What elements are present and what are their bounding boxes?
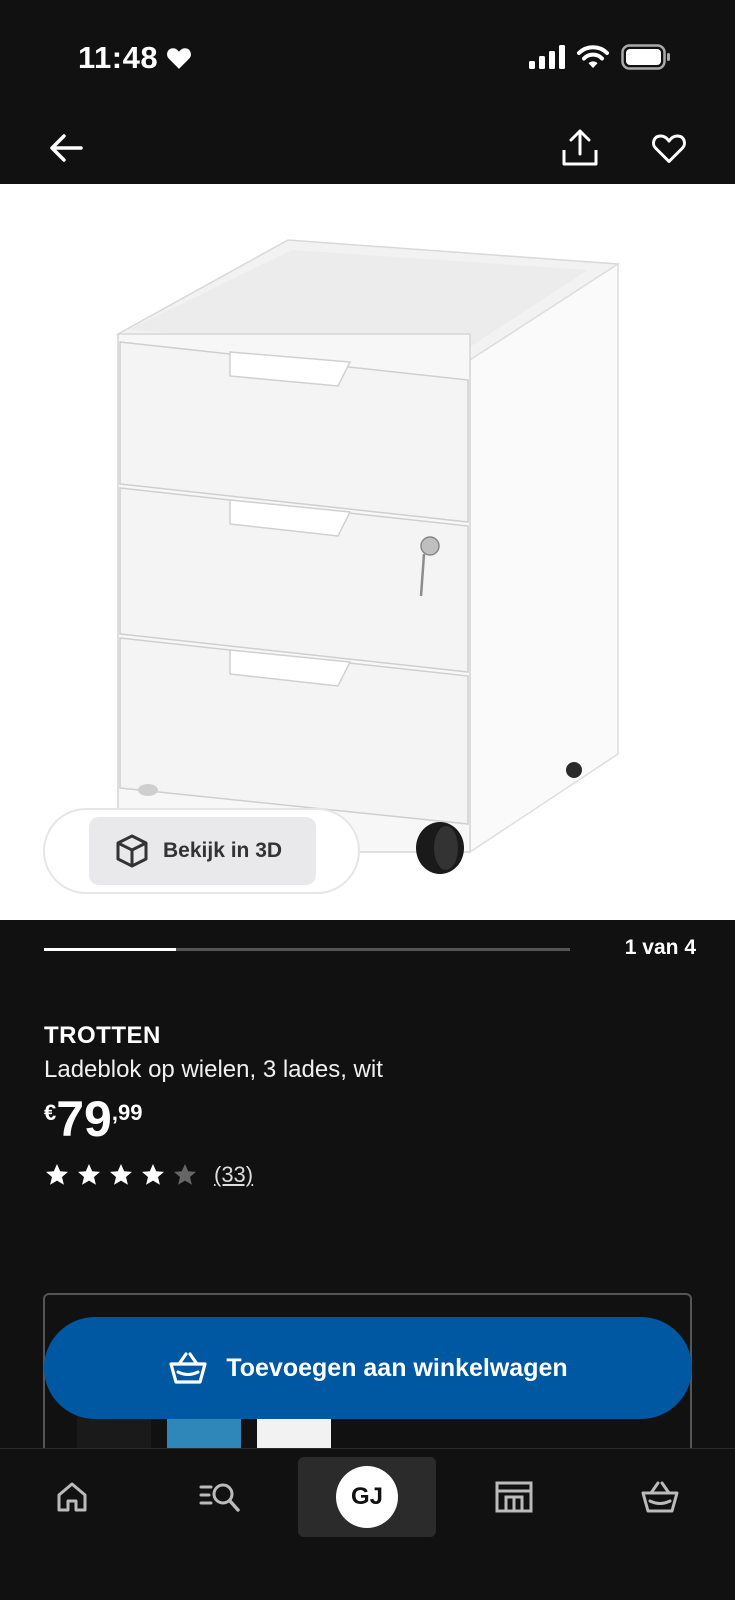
- tab-home[interactable]: [30, 1457, 114, 1537]
- gallery-progress: 1 van 4: [44, 936, 696, 966]
- arrow-left-icon: [50, 134, 83, 162]
- star-filled-icon: [110, 1164, 132, 1185]
- status-bar: 11:48: [0, 0, 735, 110]
- view-3d-label: Bekijk in 3D: [163, 839, 283, 862]
- image-counter: 1 van 4: [624, 936, 696, 959]
- product-price: € 79 ,99: [44, 1094, 142, 1144]
- progress-fill: [44, 948, 176, 951]
- top-nav: [0, 110, 735, 184]
- price-currency: €: [44, 1100, 57, 1125]
- view-3d-button[interactable]: Bekijk in 3D: [89, 817, 316, 885]
- status-time: 11:48: [78, 40, 192, 76]
- cellular-signal-icon: [529, 45, 565, 69]
- progress-track: [44, 948, 570, 951]
- price-integer: 79: [56, 1091, 112, 1147]
- tab-cart[interactable]: [618, 1457, 702, 1537]
- star-filled-icon: [78, 1164, 100, 1185]
- search-icon: [199, 1483, 240, 1512]
- favourite-button[interactable]: [645, 124, 693, 172]
- share-icon: [562, 129, 598, 166]
- battery-icon: [621, 44, 670, 70]
- star-filled-icon: [46, 1164, 68, 1185]
- rating[interactable]: (33): [44, 1162, 253, 1188]
- cube-icon: [116, 834, 148, 868]
- back-button[interactable]: [42, 124, 90, 172]
- product-description: Ladeblok op wielen, 3 lades, wit: [44, 1056, 383, 1083]
- product-image[interactable]: Bekijk in 3D: [0, 184, 735, 920]
- home-icon: [57, 1482, 87, 1512]
- tab-search[interactable]: [178, 1457, 262, 1537]
- avatar: GJ: [336, 1466, 398, 1528]
- share-button[interactable]: [556, 124, 604, 172]
- review-count-link[interactable]: (33): [214, 1162, 253, 1188]
- price-decimal: ,99: [111, 1100, 143, 1125]
- wifi-icon: [577, 45, 609, 68]
- cart-basket-icon: [641, 1481, 679, 1513]
- view-3d-container: Bekijk in 3D: [43, 808, 360, 894]
- product-name: TROTTEN: [44, 1022, 161, 1049]
- heart-status-icon: [167, 48, 192, 69]
- bottom-nav: GJ: [0, 1448, 735, 1600]
- star-filled-icon: [142, 1164, 164, 1185]
- tab-profile[interactable]: GJ: [298, 1457, 436, 1537]
- basket-icon: [169, 1352, 207, 1384]
- heart-icon: [652, 134, 686, 163]
- store-icon: [495, 1481, 533, 1513]
- clock-text: 11:48: [78, 40, 159, 75]
- add-to-cart-button[interactable]: Toevoegen aan winkelwagen: [44, 1317, 692, 1419]
- tab-stores[interactable]: [472, 1457, 556, 1537]
- star-empty-icon: [174, 1164, 196, 1185]
- status-icons: [529, 44, 671, 70]
- add-to-cart-label: Toevoegen aan winkelwagen: [226, 1353, 568, 1382]
- star-rating: [44, 1162, 198, 1188]
